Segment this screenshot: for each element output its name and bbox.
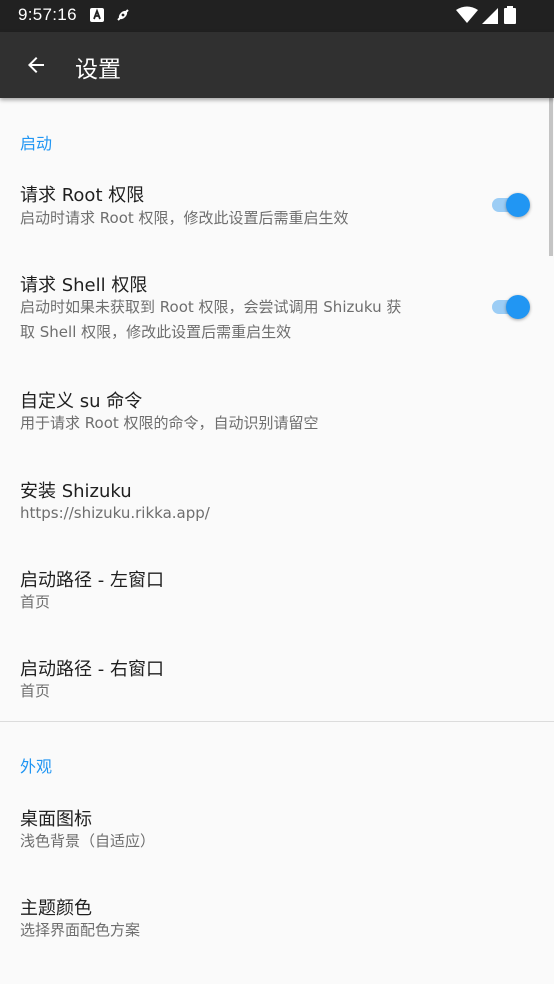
pref-start-path-left[interactable]: 启动路径 - 左窗口 首页 — [0, 553, 554, 643]
pref-request-root[interactable]: 请求 Root 权限 启动时请求 Root 权限，修改此设置后需重启生效 — [0, 166, 554, 254]
status-icons — [456, 6, 540, 26]
pref-custom-su[interactable]: 自定义 su 命令 用于请求 Root 权限的命令，自动识别请留空 — [0, 374, 554, 464]
arrow-back-icon — [28, 57, 44, 73]
pref-summary-line: 启动时如果未获取到 Root 权限，会尝试调用 Shizuku 获 — [20, 298, 402, 316]
pref-summary: 启动时请求 Root 权限，修改此设置后需重启生效 — [20, 209, 349, 227]
section-header-startup: 启动 — [20, 134, 53, 153]
back-button[interactable] — [12, 41, 60, 89]
pref-title: 启动路径 - 右窗口 — [20, 659, 164, 680]
pref-title: 安装 Shizuku — [20, 481, 132, 502]
pref-desktop-icon[interactable]: 桌面图标 浅色背景（自适应） — [0, 792, 554, 882]
request-root-switch[interactable] — [490, 192, 530, 218]
pref-title: 请求 Root 权限 — [20, 185, 145, 206]
app-bar: 设置 — [0, 32, 554, 98]
pref-summary: https://shizuku.rikka.app/ — [20, 504, 210, 522]
pref-request-shell[interactable]: 请求 Shell 权限 启动时如果未获取到 Root 权限，会尝试调用 Shiz… — [0, 256, 554, 374]
wifi-icon — [456, 6, 478, 23]
pref-install-shizuku[interactable]: 安装 Shizuku https://shizuku.rikka.app/ — [0, 464, 554, 554]
battery-icon — [504, 6, 516, 24]
notification-app-icon — [90, 8, 104, 22]
pref-summary: 浅色背景（自适应） — [20, 832, 156, 850]
switch-thumb — [506, 193, 530, 217]
pref-summary: 启动时如果未获取到 Root 权限，会尝试调用 Shizuku 获 取 Shel… — [20, 295, 460, 345]
signal-icon — [482, 8, 498, 24]
status-time: 9:57:16 — [18, 5, 77, 24]
pref-start-path-right[interactable]: 启动路径 - 右窗口 首页 — [0, 642, 554, 732]
pref-summary: 首页 — [20, 593, 51, 611]
pref-summary: 用于请求 Root 权限的命令，自动识别请留空 — [20, 414, 319, 432]
switch-thumb — [506, 295, 530, 319]
pref-theme-color[interactable]: 主题颜色 选择界面配色方案 — [0, 881, 554, 971]
pref-summary: 首页 — [20, 682, 51, 700]
pref-summary: 选择界面配色方案 — [20, 921, 141, 939]
page-title: 设置 — [75, 57, 121, 83]
pref-title: 桌面图标 — [20, 809, 92, 830]
section-header-appearance: 外观 — [20, 757, 53, 776]
pref-title: 请求 Shell 权限 — [20, 275, 148, 296]
section-divider — [0, 721, 554, 722]
pref-title: 启动路径 - 左窗口 — [20, 570, 164, 591]
notification-vpn-icon — [117, 9, 129, 21]
pref-summary-line: 取 Shell 权限，修改此设置后需重启生效 — [20, 323, 292, 341]
pref-title: 主题颜色 — [20, 898, 92, 919]
status-bar: 9:57:16 — [0, 0, 554, 32]
settings-list[interactable]: 启动 请求 Root 权限 启动时请求 Root 权限，修改此设置后需重启生效 … — [0, 98, 554, 984]
request-shell-switch[interactable] — [490, 294, 530, 320]
pref-title: 自定义 su 命令 — [20, 391, 143, 412]
